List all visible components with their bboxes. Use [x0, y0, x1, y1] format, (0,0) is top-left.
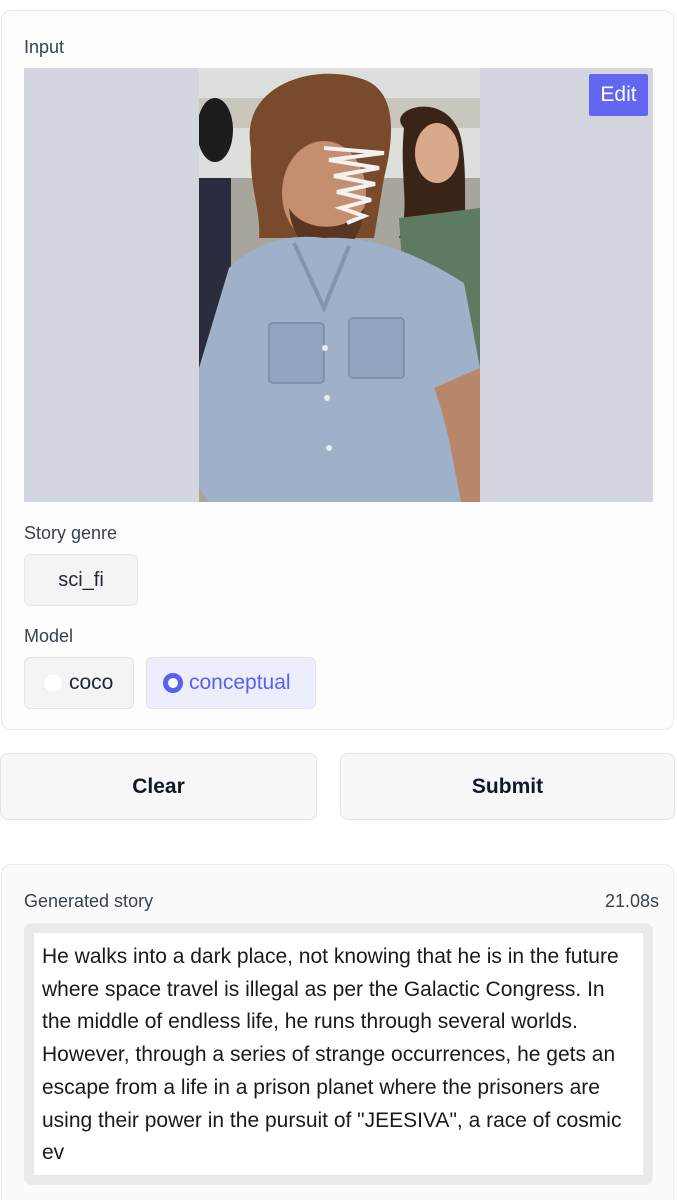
- story-text[interactable]: He walks into a dark place, not knowing …: [34, 933, 643, 1175]
- model-option-label: conceptual: [189, 671, 291, 694]
- radio-unselected-icon[interactable]: [43, 673, 63, 693]
- model-option-coco[interactable]: coco: [24, 657, 134, 709]
- story-output-box: He walks into a dark place, not knowing …: [24, 923, 653, 1185]
- input-panel: Input Edit Story genre sci_fi Model coco…: [1, 10, 674, 730]
- story-genre-field[interactable]: sci_fi: [24, 554, 138, 606]
- uploaded-photo: [199, 68, 480, 502]
- image-input[interactable]: Edit: [24, 68, 653, 502]
- output-panel: Generated story 21.08s He walks into a d…: [1, 864, 674, 1200]
- model-option-label: coco: [69, 671, 114, 694]
- elapsed-time: 21.08s: [604, 891, 659, 911]
- clear-button[interactable]: Clear: [0, 753, 317, 820]
- radio-selected-icon[interactable]: [163, 673, 183, 693]
- submit-button[interactable]: Submit: [340, 753, 675, 820]
- story-genre-label: Story genre: [24, 523, 118, 543]
- model-label: Model: [24, 626, 74, 646]
- generated-story-label: Generated story: [24, 891, 154, 911]
- edit-button[interactable]: Edit: [589, 74, 648, 116]
- model-option-conceptual[interactable]: conceptual: [146, 657, 316, 709]
- input-label: Input: [24, 37, 65, 57]
